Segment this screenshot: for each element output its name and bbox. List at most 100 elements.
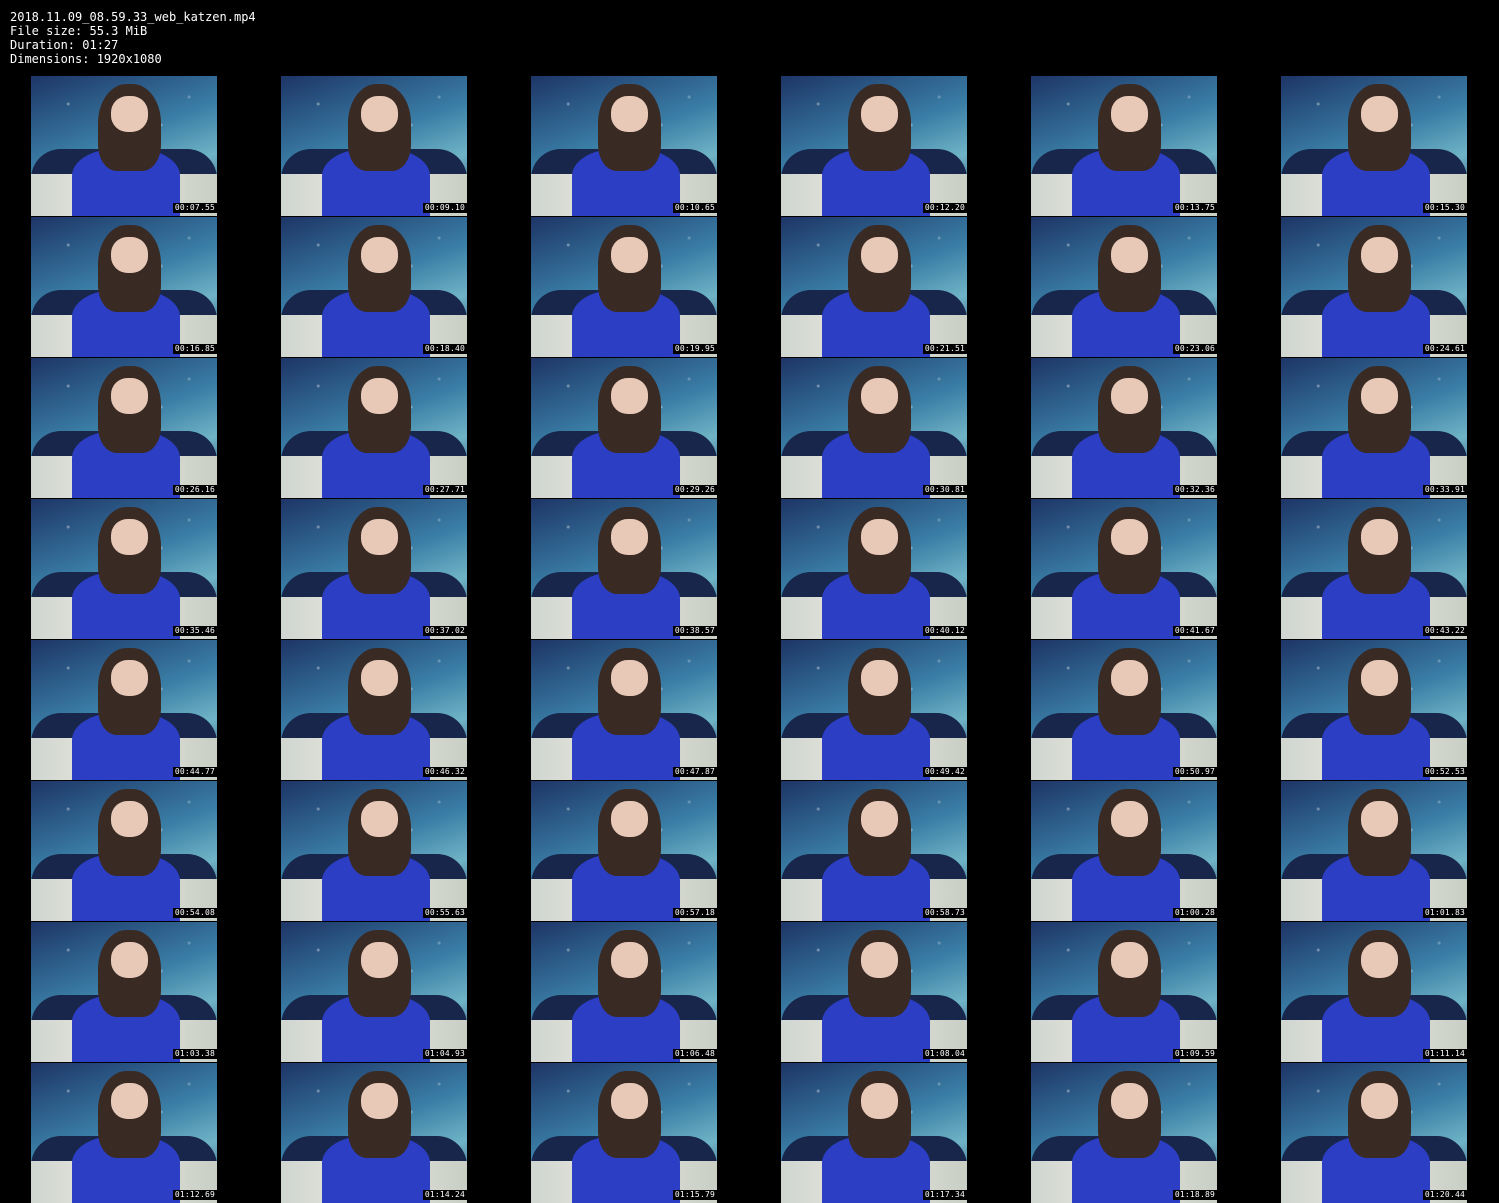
thumbnail-timestamp: 00:52.53 (1422, 767, 1467, 777)
thumbnail-timestamp: 00:24.61 (1422, 344, 1467, 354)
thumbnail-face (1360, 377, 1399, 414)
thumbnail-timestamp: 00:10.65 (672, 203, 717, 213)
thumbnail-timestamp: 00:29.26 (672, 485, 717, 495)
thumbnail-face (1110, 377, 1149, 414)
thumbnail-face (610, 941, 649, 978)
thumbnail-timestamp: 00:30.81 (922, 485, 967, 495)
video-thumbnail: 01:11.14 (1281, 922, 1467, 1062)
thumbnail-timestamp: 00:32.36 (1172, 485, 1217, 495)
thumbnail-timestamp: 00:50.97 (1172, 767, 1217, 777)
thumbnail-timestamp: 00:47.87 (672, 767, 717, 777)
video-thumbnail: 00:57.18 (531, 781, 717, 921)
thumbnail-face (360, 236, 399, 273)
thumbnail-face (860, 1082, 899, 1119)
video-thumbnail: 01:14.24 (281, 1063, 467, 1203)
thumbnail-timestamp: 01:18.89 (1172, 1190, 1217, 1200)
video-thumbnail: 01:00.28 (1031, 781, 1217, 921)
video-thumbnail: 00:55.63 (281, 781, 467, 921)
thumbnail-timestamp: 00:16.85 (172, 344, 217, 354)
thumbnail-timestamp: 01:01.83 (1422, 908, 1467, 918)
thumbnail-face (360, 800, 399, 837)
thumbnail-timestamp: 00:43.22 (1422, 626, 1467, 636)
video-thumbnail: 00:16.85 (31, 217, 217, 357)
video-thumbnail: 00:32.36 (1031, 358, 1217, 498)
thumbnail-timestamp: 01:03.38 (172, 1049, 217, 1059)
thumbnail-face (110, 95, 149, 132)
video-thumbnail: 00:30.81 (781, 358, 967, 498)
thumbnail-face (110, 941, 149, 978)
video-thumbnail: 01:08.04 (781, 922, 967, 1062)
thumbnail-face (1360, 518, 1399, 555)
thumbnail-face (1360, 1082, 1399, 1119)
thumbnail-face (360, 659, 399, 696)
thumbnail-timestamp: 01:08.04 (922, 1049, 967, 1059)
thumbnail-timestamp: 00:41.67 (1172, 626, 1217, 636)
thumbnail-face (110, 377, 149, 414)
thumbnail-timestamp: 00:26.16 (172, 485, 217, 495)
thumbnail-face (860, 800, 899, 837)
thumbnail-timestamp: 01:20.44 (1422, 1190, 1467, 1200)
thumbnail-timestamp: 00:57.18 (672, 908, 717, 918)
thumbnail-face (1110, 1082, 1149, 1119)
thumbnail-timestamp: 00:35.46 (172, 626, 217, 636)
thumbnail-timestamp: 00:44.77 (172, 767, 217, 777)
thumbnail-timestamp: 00:40.12 (922, 626, 967, 636)
video-thumbnail: 00:50.97 (1031, 640, 1217, 780)
thumbnail-face (860, 518, 899, 555)
thumbnail-timestamp: 00:18.40 (422, 344, 467, 354)
thumbnail-timestamp: 00:46.32 (422, 767, 467, 777)
video-thumbnail: 00:19.95 (531, 217, 717, 357)
thumbnail-face (360, 95, 399, 132)
video-thumbnail: 00:10.65 (531, 76, 717, 216)
video-thumbnail: 00:35.46 (31, 499, 217, 639)
thumbnail-timestamp: 00:21.51 (922, 344, 967, 354)
thumbnail-face (1360, 941, 1399, 978)
video-thumbnail: 00:21.51 (781, 217, 967, 357)
thumbnail-face (610, 800, 649, 837)
thumbnail-face (360, 518, 399, 555)
thumbnail-face (110, 800, 149, 837)
video-thumbnail: 00:37.02 (281, 499, 467, 639)
video-thumbnail: 00:07.55 (31, 76, 217, 216)
thumbnail-timestamp: 01:14.24 (422, 1190, 467, 1200)
video-thumbnail: 00:47.87 (531, 640, 717, 780)
thumbnail-face (1110, 236, 1149, 273)
thumbnail-timestamp: 00:15.30 (1422, 203, 1467, 213)
thumbnail-face (1110, 95, 1149, 132)
thumbnail-timestamp: 00:19.95 (672, 344, 717, 354)
video-thumbnail: 00:41.67 (1031, 499, 1217, 639)
thumbnail-face (110, 236, 149, 273)
thumbnail-timestamp: 00:55.63 (422, 908, 467, 918)
thumbnail-timestamp: 01:00.28 (1172, 908, 1217, 918)
video-thumbnail: 01:04.93 (281, 922, 467, 1062)
video-thumbnail: 01:15.79 (531, 1063, 717, 1203)
video-thumbnail: 00:29.26 (531, 358, 717, 498)
video-thumbnail: 00:27.71 (281, 358, 467, 498)
video-thumbnail: 01:17.34 (781, 1063, 967, 1203)
thumbnail-face (860, 941, 899, 978)
thumbnail-face (1110, 659, 1149, 696)
video-thumbnail: 01:20.44 (1281, 1063, 1467, 1203)
thumbnail-face (610, 1082, 649, 1119)
video-thumbnail: 01:06.48 (531, 922, 717, 1062)
video-thumbnail: 00:38.57 (531, 499, 717, 639)
video-thumbnail: 00:46.32 (281, 640, 467, 780)
thumbnail-face (110, 659, 149, 696)
thumbnail-face (1360, 659, 1399, 696)
video-thumbnail: 00:54.08 (31, 781, 217, 921)
thumbnail-face (1110, 941, 1149, 978)
thumbnail-timestamp: 00:54.08 (172, 908, 217, 918)
thumbnail-timestamp: 00:23.06 (1172, 344, 1217, 354)
video-thumbnail: 00:24.61 (1281, 217, 1467, 357)
video-thumbnail: 00:49.42 (781, 640, 967, 780)
video-thumbnail: 01:12.69 (31, 1063, 217, 1203)
thumbnail-timestamp: 00:12.20 (922, 203, 967, 213)
thumbnail-face (1110, 518, 1149, 555)
thumbnail-face (360, 1082, 399, 1119)
thumbnail-face (110, 1082, 149, 1119)
video-thumbnail: 01:09.59 (1031, 922, 1217, 1062)
thumbnail-timestamp: 00:09.10 (422, 203, 467, 213)
thumbnail-face (1360, 800, 1399, 837)
video-thumbnail: 01:03.38 (31, 922, 217, 1062)
thumbnail-face (610, 659, 649, 696)
